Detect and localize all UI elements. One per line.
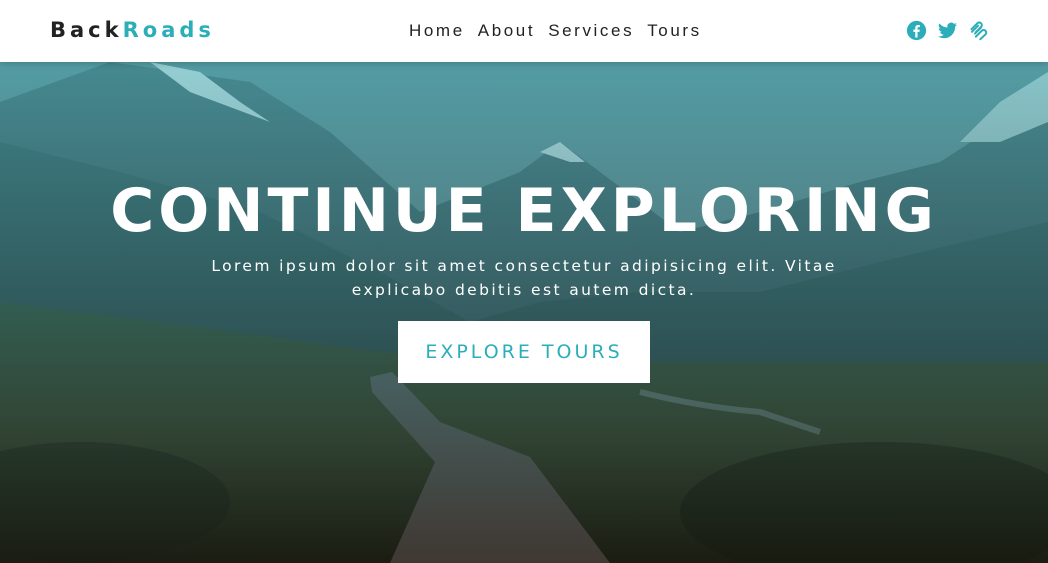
hero-title: CONTINUE EXPLORING xyxy=(110,176,938,246)
nav-link-services[interactable]: Services xyxy=(548,19,634,43)
navbar: BackRoads Home About Services Tours xyxy=(0,0,1048,62)
hero-section: CONTINUE EXPLORING Lorem ipsum dolor sit… xyxy=(0,62,1048,563)
explore-tours-button[interactable]: EXPLORE TOURS xyxy=(398,321,650,383)
nav-link-tours[interactable]: Tours xyxy=(647,19,702,43)
nav-link-about[interactable]: About xyxy=(478,19,535,43)
brand-logo-part1: Back xyxy=(50,18,123,42)
twitter-icon xyxy=(937,22,957,38)
twitter-link[interactable] xyxy=(936,19,958,41)
squarespace-link[interactable] xyxy=(967,19,989,41)
hero-overlay xyxy=(0,62,1048,563)
brand-logo[interactable]: BackRoads xyxy=(50,16,215,44)
brand-logo-part2: Roads xyxy=(122,18,215,42)
social-links xyxy=(905,19,989,41)
nav-link-home[interactable]: Home xyxy=(409,19,465,43)
facebook-icon xyxy=(906,20,926,40)
hero-description: Lorem ipsum dolor sit amet consectetur a… xyxy=(211,257,837,299)
facebook-link[interactable] xyxy=(905,19,927,41)
nav-links: Home About Services Tours xyxy=(409,19,702,43)
squarespace-icon xyxy=(969,21,987,40)
